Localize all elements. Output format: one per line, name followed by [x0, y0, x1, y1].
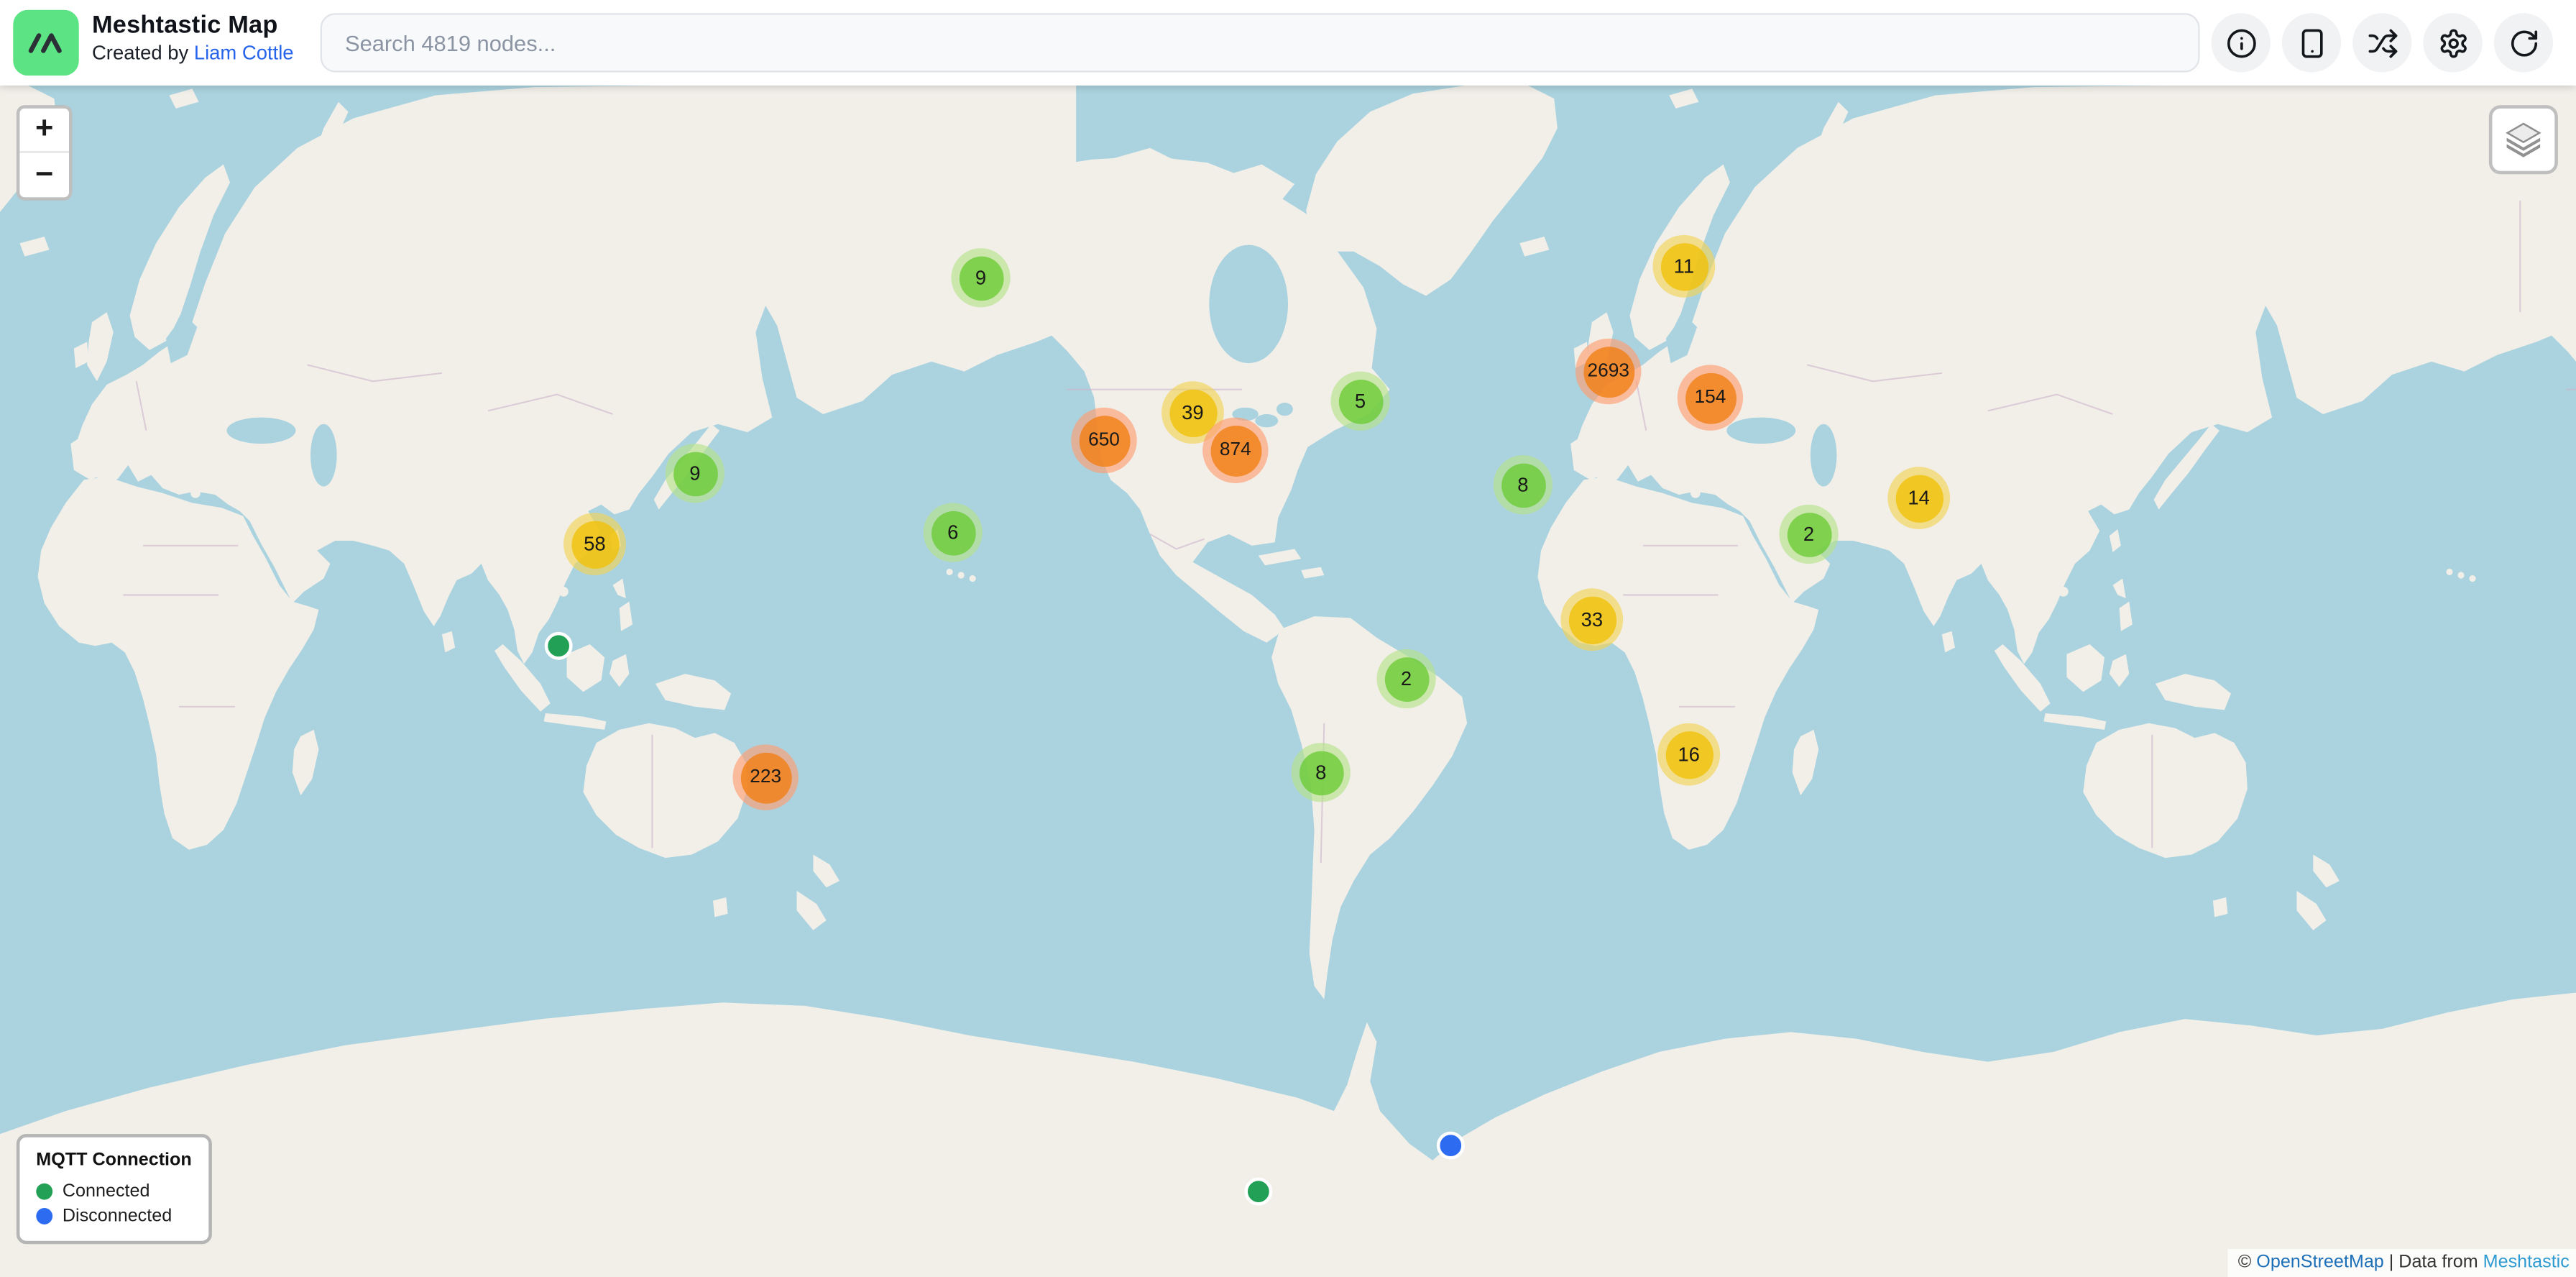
header-actions [2212, 13, 2553, 72]
author-link[interactable]: Liam Cottle [194, 42, 294, 65]
meshtastic-link[interactable]: Meshtastic [2483, 1253, 2570, 1272]
cluster-marker[interactable]: 5 [1330, 372, 1389, 431]
world-map [0, 86, 2576, 1277]
search-input[interactable] [321, 13, 2200, 72]
settings-button[interactable] [2423, 13, 2482, 72]
node-marker-connected[interactable] [545, 632, 573, 660]
cluster-marker[interactable]: 8 [1292, 743, 1351, 802]
attribution-copyright: © [2238, 1253, 2257, 1272]
cluster-marker[interactable]: 6 [924, 503, 983, 562]
info-icon [2225, 27, 2256, 58]
info-button[interactable] [2212, 13, 2271, 72]
cluster-marker[interactable]: 16 [1657, 723, 1720, 786]
app-logo[interactable] [13, 10, 78, 75]
routes-button[interactable] [2352, 13, 2411, 72]
map-attribution: © OpenStreetMap | Data from Meshtastic [2228, 1249, 2576, 1277]
shuffle-icon [2367, 27, 2398, 58]
gear-icon [2437, 27, 2468, 58]
cluster-marker[interactable]: 11 [1652, 235, 1715, 298]
meshtastic-logo-icon [24, 22, 67, 64]
cluster-marker[interactable]: 9 [666, 444, 724, 503]
cluster-marker[interactable]: 9 [951, 248, 1010, 307]
cluster-marker[interactable]: 2693 [1576, 339, 1641, 404]
legend-item-disconnected: Disconnected [36, 1207, 192, 1226]
cluster-marker[interactable]: 2 [1376, 649, 1435, 708]
layers-control-button[interactable] [2489, 105, 2558, 174]
layers-icon [2502, 119, 2544, 161]
zoom-out-button[interactable]: − [19, 153, 69, 198]
byline-prefix: Created by [92, 42, 194, 65]
page-title: Meshtastic Map [92, 12, 294, 40]
mqtt-legend: MQTT Connection Connected Disconnected [17, 1134, 211, 1244]
node-marker-connected[interactable] [1244, 1178, 1272, 1206]
connected-dot [36, 1184, 52, 1200]
map-canvas[interactable] [0, 86, 2576, 1277]
cluster-marker[interactable]: 8 [1494, 455, 1552, 514]
attribution-middle: | Data from [2384, 1253, 2483, 1272]
disconnected-dot [36, 1208, 52, 1225]
legend-item-label: Disconnected [63, 1207, 172, 1226]
zoom-control: + − [17, 105, 73, 201]
cluster-marker[interactable]: 2 [1779, 505, 1838, 564]
openstreetmap-link[interactable]: OpenStreetMap [2256, 1253, 2384, 1272]
cluster-marker[interactable]: 58 [564, 513, 626, 575]
refresh-icon [2508, 27, 2539, 58]
zoom-in-button[interactable]: + [19, 109, 69, 153]
cluster-marker[interactable]: 14 [1887, 467, 1950, 529]
legend-item-label: Connected [63, 1181, 150, 1201]
cluster-marker[interactable]: 650 [1071, 408, 1136, 473]
title-block: Meshtastic Map Created by Liam Cottle [92, 12, 294, 66]
cluster-marker[interactable]: 223 [732, 744, 798, 810]
legend-title: MQTT Connection [36, 1150, 192, 1170]
cluster-marker[interactable]: 154 [1678, 365, 1743, 430]
header-bar: Meshtastic Map Created by Liam Cottle [0, 0, 2576, 86]
device-button[interactable] [2282, 13, 2341, 72]
legend-item-connected: Connected [36, 1181, 192, 1201]
byline: Created by Liam Cottle [92, 43, 294, 66]
cluster-marker[interactable]: 874 [1202, 418, 1268, 483]
cluster-marker[interactable]: 33 [1560, 588, 1623, 651]
node-marker-disconnected[interactable] [1437, 1132, 1465, 1160]
refresh-button[interactable] [2494, 13, 2553, 72]
smartphone-icon [2296, 27, 2327, 58]
app-window: 911269315439565087498146258332168223 + −… [0, 0, 2576, 1277]
